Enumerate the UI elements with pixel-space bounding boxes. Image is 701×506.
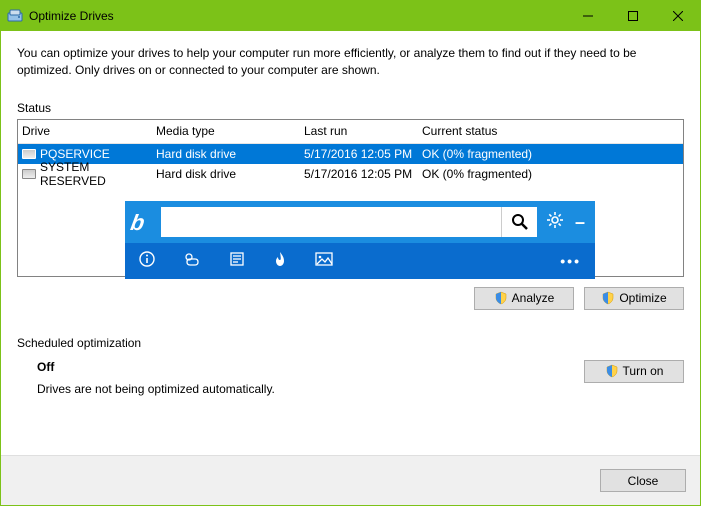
bing-bar: b – •••: [125, 201, 595, 279]
table-row[interactable]: SYSTEM RESERVED Hard disk drive 5/17/201…: [18, 164, 683, 184]
cell-status: OK (0% fragmented): [418, 167, 683, 181]
sched-message: Drives are not being optimized automatic…: [37, 382, 584, 396]
optimize-button[interactable]: Optimize: [584, 287, 684, 310]
bing-search-input[interactable]: [161, 214, 501, 230]
turn-on-button[interactable]: Turn on: [584, 360, 684, 383]
col-status[interactable]: Current status: [418, 124, 683, 138]
shield-icon: [494, 291, 508, 305]
sched-label: Scheduled optimization: [17, 336, 684, 350]
cell-media: Hard disk drive: [152, 167, 300, 181]
app-icon: [7, 8, 23, 24]
table-header: Drive Media type Last run Current status: [18, 120, 683, 144]
maximize-button[interactable]: [610, 2, 655, 31]
button-label: Optimize: [619, 291, 666, 305]
footer: Close: [1, 455, 700, 505]
bing-logo-icon: b: [129, 210, 157, 234]
description-text: You can optimize your drives to help you…: [17, 45, 684, 79]
bing-search-box: [161, 207, 537, 237]
drive-icon: [22, 149, 36, 159]
more-icon[interactable]: •••: [560, 253, 581, 269]
drive-icon: [22, 169, 36, 179]
gear-icon[interactable]: [543, 211, 567, 234]
cell-last: 5/17/2016 12:05 PM: [300, 167, 418, 181]
trending-icon[interactable]: [273, 251, 287, 271]
cell-media: Hard disk drive: [152, 147, 300, 161]
news-icon[interactable]: [229, 251, 245, 271]
cell-drive: PQSERVICE: [40, 147, 110, 161]
shield-icon: [601, 291, 615, 305]
cell-last: 5/17/2016 12:05 PM: [300, 147, 418, 161]
title-bar: Optimize Drives: [1, 1, 700, 31]
minimize-button[interactable]: [565, 2, 610, 31]
button-label: Analyze: [512, 291, 555, 305]
cell-drive: SYSTEM RESERVED: [40, 160, 152, 188]
window-controls: [565, 2, 700, 31]
info-icon[interactable]: [139, 251, 155, 271]
image-icon[interactable]: [315, 252, 333, 270]
col-last[interactable]: Last run: [300, 124, 418, 138]
status-label: Status: [17, 101, 684, 115]
window-title: Optimize Drives: [29, 9, 565, 23]
close-dialog-button[interactable]: Close: [600, 469, 686, 492]
analyze-button[interactable]: Analyze: [474, 287, 574, 310]
button-label: Close: [628, 474, 659, 488]
weather-icon[interactable]: [183, 251, 201, 271]
close-button[interactable]: [655, 2, 700, 31]
button-label: Turn on: [623, 364, 664, 378]
col-media[interactable]: Media type: [152, 124, 300, 138]
bing-minimize-icon[interactable]: –: [573, 218, 587, 226]
search-icon[interactable]: [501, 207, 537, 237]
col-drive[interactable]: Drive: [18, 124, 152, 138]
shield-icon: [605, 364, 619, 378]
sched-state: Off: [37, 360, 584, 374]
cell-status: OK (0% fragmented): [418, 147, 683, 161]
